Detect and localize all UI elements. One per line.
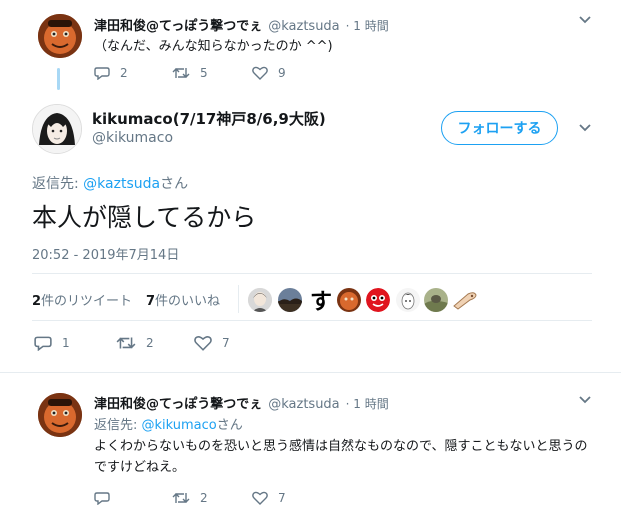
divider [32,273,592,274]
liker-avatar[interactable] [248,288,272,312]
user-handle[interactable]: @kikumaco [92,130,173,146]
liker-avatar[interactable] [337,288,361,312]
divider [32,320,592,321]
retweet-stat-label: 件のリツイート [41,294,133,309]
like-stat-count: 7 [146,294,156,309]
like-count: 7 [278,491,286,505]
display-name[interactable]: 津田和俊@てっぽう撃つでぇ [94,393,262,412]
retweet-count: 5 [200,66,208,80]
reply-prefix: 返信先: [94,418,142,433]
tweet-time[interactable]: · 1 時間 [346,17,389,34]
like-count: 7 [222,336,230,350]
main-tweet-text: 本人が隠してるから [32,203,257,232]
divider [0,372,621,373]
stats-separator [238,285,239,313]
liker-avatar[interactable]: す [310,284,332,316]
liker-avatar[interactable] [424,288,448,312]
retweet-stat[interactable]: 2件のリツイート [32,290,132,309]
thread-line [57,68,60,90]
retweet-button[interactable]: 2 [116,335,154,351]
retweet-stat-count: 2 [32,294,42,309]
reply-suffix: さん [216,418,243,433]
liker-avatar[interactable] [278,288,302,312]
follow-button[interactable]: フォローする [441,111,558,145]
reply-button[interactable]: 2 [94,66,128,80]
reply-button[interactable] [94,491,120,505]
avatar-kaztsuda[interactable] [38,14,82,58]
display-name[interactable]: kikumaco(7/17神戸8/6,9大阪) [92,108,326,129]
retweet-icon [116,337,136,349]
tweet-text: （なんだ、みんな知らなかったのか ^^) [94,39,333,54]
chevron-down-icon[interactable] [578,394,592,408]
like-stat[interactable]: 7件のいいね [146,290,220,309]
reply-icon [94,67,110,80]
heart-icon [252,66,268,80]
display-name[interactable]: 津田和俊@てっぽう撃つでぇ [94,15,262,34]
tweet-timestamp[interactable]: 20:52 - 2019年7月14日 [32,244,179,263]
reply-context: 返信先: @kikumacoさん [94,414,243,433]
retweet-button[interactable]: 2 [172,491,208,505]
reply-prefix: 返信先: [32,176,84,192]
reply-icon [94,492,110,505]
reply-context: 返信先: @kaztsudaさん [32,173,188,193]
retweet-button[interactable]: 5 [172,66,208,80]
chevron-down-icon[interactable] [578,14,592,28]
avatar-kikumaco[interactable] [32,104,82,154]
like-button[interactable]: 7 [252,491,286,505]
reply-to-link[interactable]: @kaztsuda [83,176,160,192]
retweet-count: 2 [200,491,208,505]
chevron-down-icon[interactable] [578,122,592,136]
liker-avatar[interactable] [396,288,420,312]
liker-avatar[interactable] [452,288,478,312]
user-handle[interactable]: @kaztsuda [268,19,339,34]
reply-count: 2 [120,66,128,80]
tweet-text: よくわからないものを恐いと思う感情は自然なものなので、隠すこともないと思うのです… [94,439,588,475]
liker-avatar[interactable] [366,288,390,312]
like-count: 9 [278,66,286,80]
reply-to-link[interactable]: @kikumaco [142,418,217,433]
like-stat-label: 件のいいね [155,294,221,309]
retweet-count: 2 [146,336,154,350]
like-button[interactable]: 9 [252,66,286,80]
retweet-icon [172,68,190,78]
tweet-time[interactable]: · 1 時間 [346,395,389,412]
reply-suffix: さん [160,176,189,192]
reply-icon [34,336,52,351]
heart-icon [252,491,268,505]
retweet-icon [172,493,190,503]
heart-icon [194,335,212,351]
reply-button[interactable]: 1 [34,335,70,351]
user-handle[interactable]: @kaztsuda [268,397,339,412]
avatar-kaztsuda[interactable] [38,393,82,437]
reply-count: 1 [62,336,70,350]
like-button[interactable]: 7 [194,335,230,351]
